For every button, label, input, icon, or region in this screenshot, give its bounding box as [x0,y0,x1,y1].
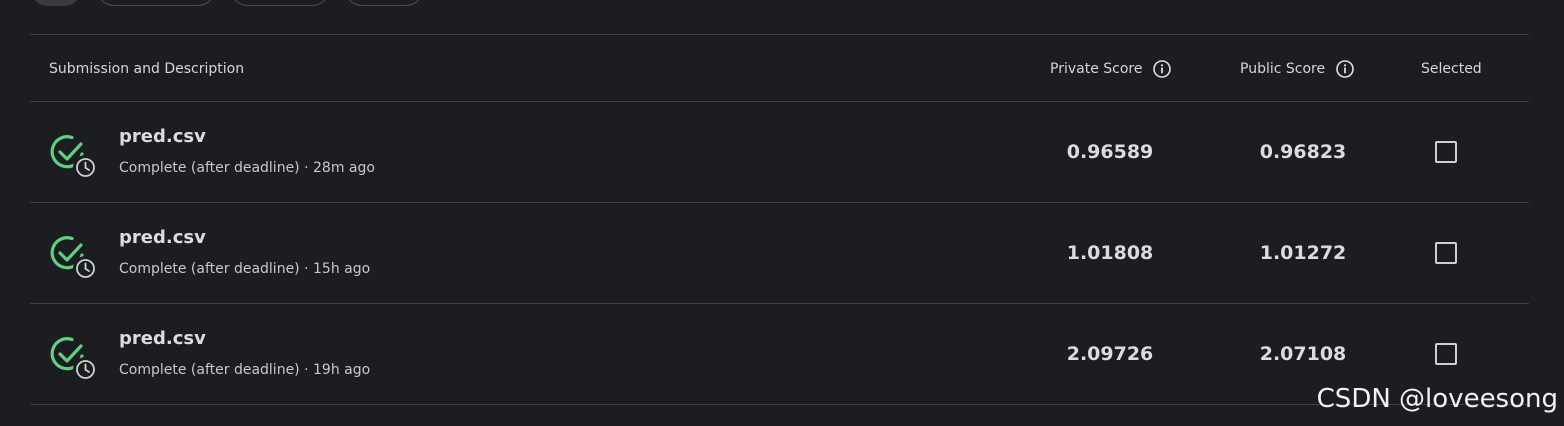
private-score: 2.09726 [1066,343,1154,365]
submission-time-ago: 19h ago [313,362,371,378]
column-header-selected: Selected [1421,35,1482,102]
submission-time-ago: 15h ago [313,261,371,277]
selected-checkbox[interactable] [1435,343,1457,365]
submission-meta: Complete (after deadline) · 15h ago [119,261,370,277]
private-score: 1.01808 [1066,242,1154,264]
column-header-description-label: Submission and Description [49,60,245,77]
private-score: 0.96589 [1066,141,1154,163]
table-header: Submission and Description Private Score… [30,35,1529,102]
public-score: 0.96823 [1259,141,1347,163]
filter-chip[interactable] [344,0,424,6]
public-score: 1.01272 [1259,242,1347,264]
column-header-description: Submission and Description [49,35,244,102]
selected-checkbox[interactable] [1435,141,1457,163]
selected-checkbox[interactable] [1435,242,1457,264]
info-icon[interactable] [1336,59,1354,78]
check-circle-with-clock-icon [50,233,102,281]
filter-chips [30,0,424,8]
submission-file-name[interactable]: pred.csv [119,227,206,248]
meta-separator: · [299,261,314,277]
column-header-public-score-label: Public Score [1240,60,1326,77]
column-header-private-score-label: Private Score [1050,60,1143,77]
submissions-page: Submission and Description Private Score… [0,0,1564,426]
table-row: pred.csv Complete (after deadline) · 28m… [30,102,1529,203]
info-icon[interactable] [1153,59,1172,78]
submission-status: Complete (after deadline) [119,362,300,378]
watermark: CSDN @loveesong [1316,384,1558,414]
table-row: pred.csv Complete (after deadline) · 15h… [30,203,1529,304]
submission-meta: Complete (after deadline) · 19h ago [119,362,370,378]
submission-file-name[interactable]: pred.csv [119,328,206,349]
filter-chip[interactable] [230,0,330,6]
check-circle-with-clock-icon [50,132,102,180]
meta-separator: · [299,362,314,378]
submissions-table: Submission and Description Private Score… [30,34,1529,405]
submission-file-name[interactable]: pred.csv [119,126,206,147]
check-circle-with-clock-icon [50,334,102,382]
filter-chip[interactable] [96,0,216,6]
submission-meta: Complete (after deadline) · 28m ago [119,160,375,176]
submission-time-ago: 28m ago [313,160,375,176]
column-header-public-score: Public Score [1240,35,1354,102]
filter-chip-active[interactable] [30,0,82,6]
column-header-private-score: Private Score [1050,35,1172,102]
column-header-selected-label: Selected [1421,60,1482,77]
submission-status: Complete (after deadline) [119,261,300,277]
meta-separator: · [299,160,314,176]
table-row: pred.csv Complete (after deadline) · 19h… [30,304,1529,405]
submission-status: Complete (after deadline) [119,160,300,176]
